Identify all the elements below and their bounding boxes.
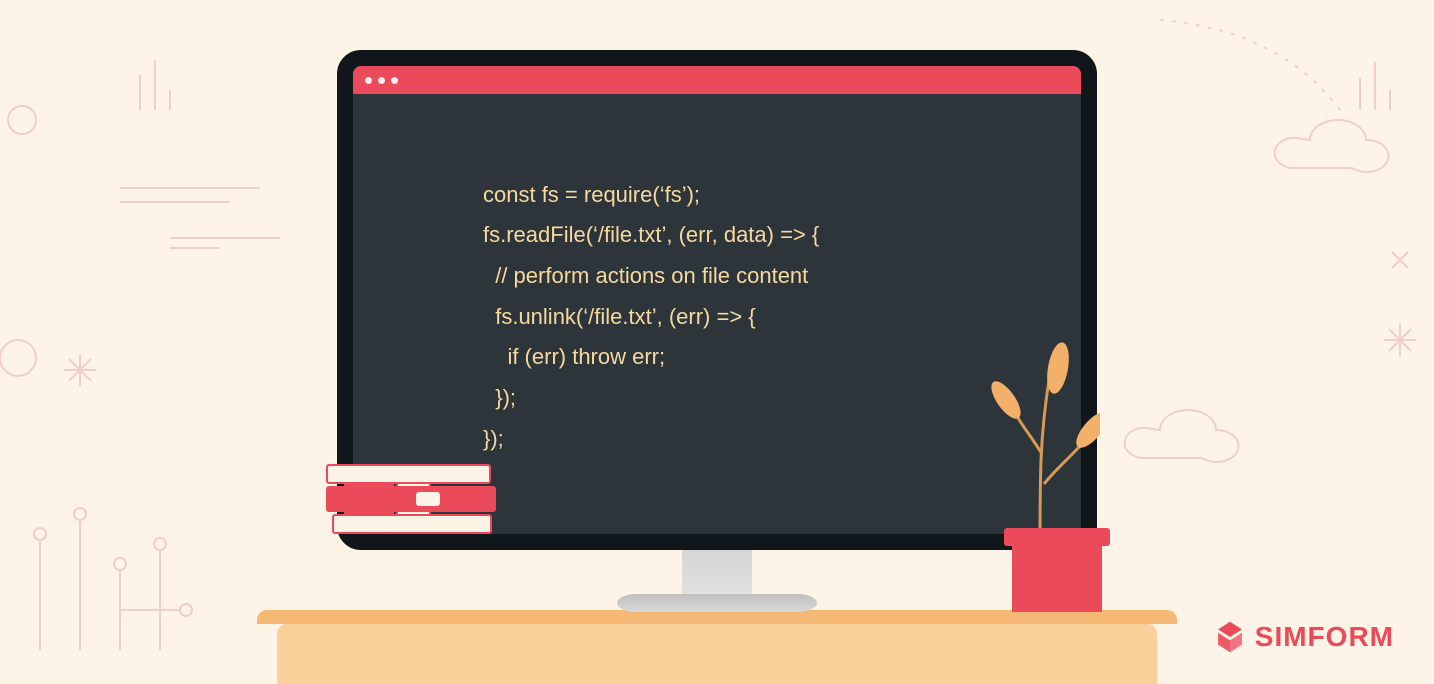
window-dot xyxy=(378,77,385,84)
code-line: if (err) throw err; xyxy=(483,344,665,369)
window-dot xyxy=(391,77,398,84)
plant-icon xyxy=(980,334,1100,544)
book xyxy=(326,464,491,484)
book xyxy=(332,514,492,534)
code-line: // perform actions on file content xyxy=(483,263,808,288)
plant-pot xyxy=(1012,542,1102,612)
code-line: const fs = require(‘fs’); xyxy=(483,182,700,207)
books-stack xyxy=(326,540,506,612)
brand-name: SIMFORM xyxy=(1255,621,1394,653)
monitor-stand-base xyxy=(617,594,817,612)
simform-logo-icon xyxy=(1213,620,1247,654)
code-line: }); xyxy=(483,385,516,410)
desk-edge xyxy=(257,610,1177,624)
code-line: }); xyxy=(483,426,504,451)
brand-logo: SIMFORM xyxy=(1213,620,1394,654)
code-line: fs.readFile(‘/file.txt’, (err, data) => … xyxy=(483,222,819,247)
code-line: fs.unlink(‘/file.txt’, (err) => { xyxy=(483,304,756,329)
window-dot xyxy=(365,77,372,84)
window-titlebar xyxy=(353,66,1081,94)
code-editor: const fs = require(‘fs’); fs.readFile(‘/… xyxy=(353,94,1081,460)
book xyxy=(326,486,496,512)
desk xyxy=(277,624,1157,684)
